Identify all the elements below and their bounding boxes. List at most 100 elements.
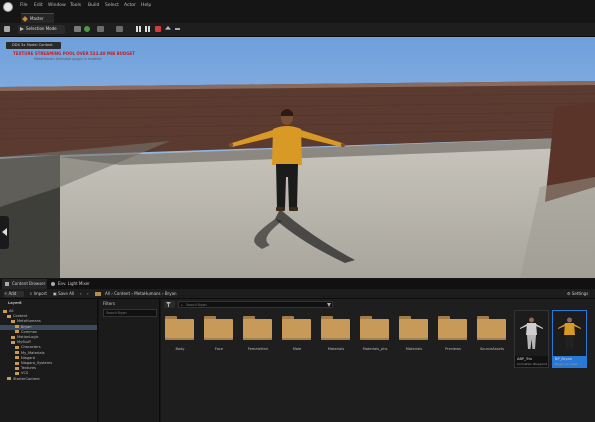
asset-preview-image: [515, 311, 548, 356]
folder-item[interactable]: [282, 316, 311, 340]
content-browser-toolbar: [0, 289, 595, 299]
tree-item[interactable]: StarterContent: [0, 377, 97, 382]
plus-icon: +: [4, 291, 8, 296]
more-icon[interactable]: [175, 28, 180, 30]
tree-item-label: My_Materials: [21, 350, 45, 355]
content-icon[interactable]: [74, 26, 81, 32]
add-actor-icon[interactable]: [84, 26, 90, 32]
selection-mode-dropdown[interactable]: Selection Mode: [18, 25, 65, 34]
play-controls: [136, 25, 184, 34]
breadcrumb-bryan[interactable]: Bryan: [165, 291, 177, 296]
breadcrumb-content[interactable]: Content: [114, 291, 130, 296]
settings-button[interactable]: ⚙ Settings: [567, 291, 588, 297]
tree-item-label: MotionLogic: [17, 335, 39, 339]
search-options-icon[interactable]: [327, 303, 331, 307]
filter-dropdown[interactable]: [164, 301, 175, 308]
menu-file[interactable]: File: [20, 3, 28, 9]
menu-help[interactable]: Help: [141, 3, 151, 9]
add-button[interactable]: + Add: [4, 291, 24, 297]
tree-item-label: All: [9, 309, 14, 313]
asset-thumbnail[interactable]: ABP_Trix Animation Blueprint: [514, 310, 549, 368]
tab-content-browser-label: Content Browser: [12, 281, 46, 286]
nav-forward-icon[interactable]: ›: [87, 291, 89, 297]
folder-item[interactable]: [165, 316, 194, 340]
eject-icon[interactable]: [165, 26, 171, 30]
import-button[interactable]: ⇩ Import: [29, 291, 47, 297]
asset-search-field[interactable]: ⌕: [178, 301, 333, 308]
folder-body: [165, 319, 194, 340]
folder-path-icon: [95, 292, 101, 296]
folder-item[interactable]: [438, 316, 467, 340]
folder-item[interactable]: [399, 316, 428, 340]
tab-content-browser[interactable]: Content Browser: [2, 279, 47, 289]
tree-item-label: VCS: [21, 371, 29, 376]
level-viewport[interactable]: DDX 5x Model Context TEXTURE STREAMING P…: [0, 37, 595, 278]
blueprint-icon[interactable]: [97, 26, 104, 32]
filters-search-input[interactable]: [103, 309, 157, 317]
cinematics-icon[interactable]: [116, 26, 123, 32]
nav-back-icon[interactable]: ‹: [80, 291, 82, 297]
menu-window[interactable]: Window: [48, 3, 66, 9]
tab-env-light-label: Env. Light Mixer: [58, 281, 90, 286]
breadcrumb-all[interactable]: All: [105, 291, 110, 296]
folder-body: [321, 319, 350, 340]
panel-collapse-handle[interactable]: [0, 216, 9, 249]
folder-body: [282, 319, 311, 340]
filter-icon: [166, 302, 171, 307]
folder-icon: [11, 340, 15, 344]
folder-label: Face: [214, 347, 224, 351]
tree-item-label: Characters: [21, 345, 41, 350]
unreal-logo-icon[interactable]: [3, 2, 13, 12]
save-all-button[interactable]: ▣ Save All: [53, 291, 74, 297]
breadcrumb-metahumans[interactable]: MetaHumans: [134, 291, 160, 296]
folder-icon: [15, 345, 19, 349]
asset-grid-panel: ⌕ Body Face FemaleHair Male Materials Materia…: [161, 299, 595, 422]
menu-build[interactable]: Build: [88, 3, 99, 9]
folder-icon: [15, 330, 19, 334]
folder-tree-panel: Layer8 All Content MetaHumans Bryan Common Mo…: [0, 299, 98, 422]
asset-preview-image: [553, 311, 586, 356]
folder-body: [438, 319, 467, 340]
select-arrow-icon: [20, 27, 24, 31]
menu-select[interactable]: Select: [105, 3, 119, 9]
menu-tools[interactable]: Tools: [70, 3, 81, 9]
asset-search-input[interactable]: [186, 302, 326, 307]
selection-mode-label: Selection Mode: [26, 26, 57, 31]
level-tab[interactable]: Master: [21, 13, 54, 23]
tree-item-label: MyStuff: [17, 340, 31, 345]
folder-item[interactable]: [243, 316, 272, 340]
stop-icon[interactable]: [155, 26, 161, 32]
tree-item-label: StarterContent: [13, 376, 40, 381]
chevron-left-icon: [2, 228, 7, 236]
skip-icon[interactable]: [145, 26, 147, 32]
tab-env-light-mixer[interactable]: Env. Light Mixer: [48, 279, 93, 289]
folder-item[interactable]: [204, 316, 233, 340]
texture-streaming-warning: TEXTURE STREAMING POOL OVER 533.40 MiB B…: [13, 51, 135, 56]
save-icon[interactable]: [4, 26, 10, 32]
asset-type: Blueprint Class: [555, 362, 578, 366]
folder-label: Materials: [405, 347, 423, 351]
folder-label: Materials_phs: [362, 347, 388, 351]
character-preview-icon: [558, 317, 581, 349]
import-icon: ⇩: [29, 291, 33, 296]
folder-item[interactable]: [477, 316, 506, 340]
save-all-icon: ▣: [53, 291, 57, 296]
tree-item-label: Textures: [21, 366, 37, 371]
menu-actor[interactable]: Actor: [124, 3, 136, 9]
asset-thumbnail[interactable]: BP_Bryan Blueprint Class: [552, 310, 587, 368]
menu-edit[interactable]: Edit: [34, 3, 43, 9]
tree-item-label: Niagara: [21, 355, 36, 360]
folder-item[interactable]: [321, 316, 350, 340]
tree-item-label: Bryan: [21, 324, 32, 329]
perf-badge-label: DDX 5x Model Context: [12, 43, 53, 47]
level-tab-strip: [0, 13, 595, 23]
tree-header[interactable]: Layer8: [8, 301, 22, 306]
folder-body: [477, 319, 506, 340]
menu-bar: File Edit Window Tools Build Select Acto…: [0, 0, 595, 13]
pause-icon[interactable]: [136, 26, 138, 32]
perf-badge[interactable]: DDX 5x Model Context: [6, 42, 61, 49]
folder-item[interactable]: [360, 316, 389, 340]
folder-label: Body: [175, 347, 185, 351]
plugin-warning: MetaHuman Animator plugin is enabled: [34, 57, 102, 61]
folder-icon: [15, 366, 19, 370]
